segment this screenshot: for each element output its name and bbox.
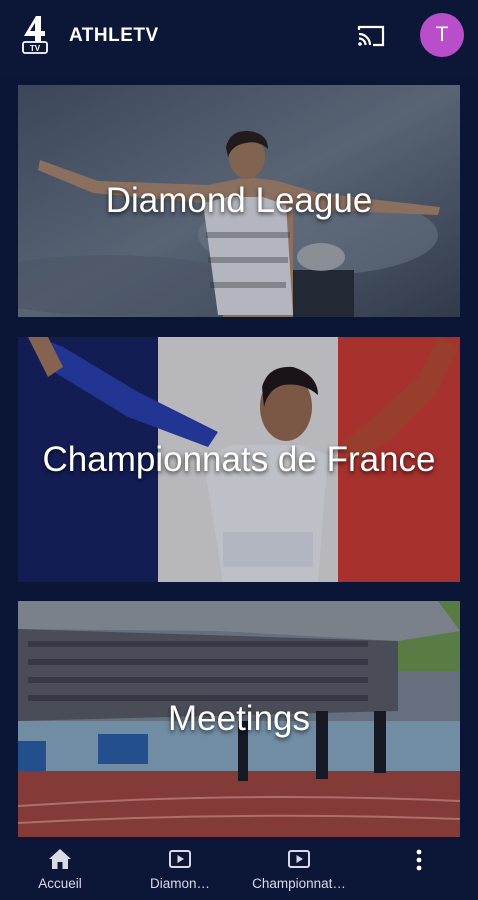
bottom-navigation: Accueil Diamon… Championnat… [0, 840, 478, 900]
more-vertical-icon [416, 849, 422, 871]
nav-label: Championnat… [252, 876, 346, 891]
video-icon [169, 850, 191, 868]
card-label: Meetings [167, 699, 311, 738]
card-meetings[interactable]: Meetings [18, 601, 460, 837]
nav-item-diamond-league[interactable]: Diamon… [138, 840, 222, 900]
app-bar: TV ATHLETV T [0, 0, 478, 74]
app-title: ATHLETV [69, 25, 159, 46]
nav-label: Accueil [38, 876, 82, 891]
more-menu-button[interactable] [404, 840, 434, 900]
card-label: Championnats de France [42, 439, 436, 479]
nav-item-accueil[interactable]: Accueil [29, 840, 91, 900]
card-diamond-league[interactable]: Diamond League [18, 85, 460, 317]
nav-item-championnats[interactable]: Championnat… [244, 840, 354, 900]
user-avatar[interactable]: T [420, 13, 464, 57]
logo-text: TV [30, 44, 41, 53]
home-icon [49, 849, 71, 869]
cast-icon[interactable] [356, 24, 386, 48]
nav-label: Diamon… [149, 876, 211, 891]
card-label: Diamond League [105, 181, 373, 220]
card-championnats-de-france[interactable]: Championnats de France [18, 337, 460, 582]
video-icon [288, 850, 310, 868]
avatar-letter: T [435, 23, 449, 46]
athletv-logo: TV [22, 16, 48, 54]
